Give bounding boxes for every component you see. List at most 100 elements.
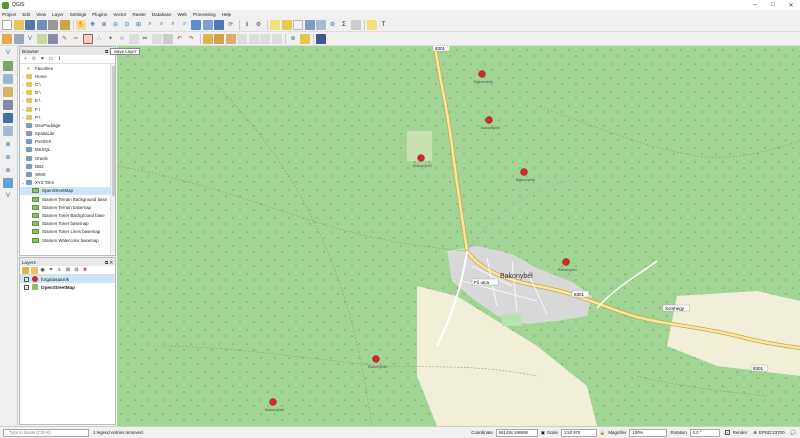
point-marker[interactable] (520, 168, 528, 176)
magnifier-field[interactable]: 100% (629, 428, 668, 437)
xyz-item[interactable]: Stamen Toner Lines basemap (20, 228, 115, 236)
menu-view[interactable]: View (36, 12, 46, 17)
add-xyz-icon[interactable] (3, 178, 13, 188)
attribute-table-icon[interactable] (304, 19, 315, 30)
lock-icon[interactable]: 🔒 (600, 430, 605, 436)
pin-label-icon[interactable] (214, 33, 224, 44)
processing-toolbox-icon[interactable]: ⚙ (328, 20, 338, 30)
point-marker[interactable] (417, 154, 425, 162)
point-marker[interactable] (478, 70, 486, 78)
browser-item-geopackage[interactable]: GeoPackage (20, 121, 115, 129)
menu-database[interactable]: Database (152, 12, 172, 17)
deselect-icon[interactable] (293, 19, 303, 30)
xyz-item[interactable]: Stamen Terrain Background base (20, 195, 115, 203)
xyz-item[interactable]: Stamen Terrain basemap (20, 203, 115, 211)
browser-item-e[interactable]: › E:\ (20, 97, 115, 105)
new-shapefile-icon[interactable]: V (25, 34, 35, 44)
browser-scrollbar[interactable] (110, 64, 115, 254)
zoom-selection-icon[interactable]: ⌕ (145, 20, 155, 30)
menu-vector[interactable]: Vector (113, 12, 126, 17)
zoom-next-icon[interactable]: ⌕ (180, 20, 190, 30)
point-marker[interactable] (269, 398, 277, 406)
browser-item-d[interactable]: › D:\ (20, 89, 115, 97)
save-as-icon[interactable] (36, 19, 47, 30)
add-mesh-layer-icon[interactable] (3, 74, 13, 84)
print-layout-icon[interactable] (48, 19, 58, 30)
measure-icon[interactable] (350, 19, 361, 30)
add-virtual-layer-icon[interactable] (3, 126, 13, 136)
menu-processing[interactable]: Processing (193, 12, 216, 17)
layer-visibility-checkbox[interactable]: ✓ (24, 276, 29, 282)
menu-edit[interactable]: Edit (22, 12, 30, 17)
pan-to-selection-icon[interactable]: ✥ (88, 20, 98, 30)
statistics-icon[interactable]: Σ (339, 20, 349, 30)
new-map-view-icon[interactable] (191, 19, 201, 30)
data-source-manager-icon[interactable] (2, 33, 12, 44)
python-console-icon[interactable] (299, 33, 310, 44)
rotation-field[interactable]: 0,0 ° (689, 428, 720, 437)
minimize-button[interactable]: – (746, 2, 764, 8)
menu-plugins[interactable]: Plugins (92, 12, 107, 17)
enable-properties-icon[interactable]: ℹ (56, 56, 63, 63)
browser-item-p[interactable]: › P:\ (20, 113, 115, 121)
point-marker[interactable] (372, 355, 380, 363)
menu-project[interactable]: Project (2, 12, 16, 17)
browser-item-spatialite[interactable]: SpatiaLite (20, 130, 115, 138)
edit-pencil-icon[interactable]: ✏ (71, 34, 81, 44)
render-checkbox[interactable]: ✓ (724, 430, 730, 435)
filter-legend-icon[interactable]: ⏷ (48, 267, 55, 274)
new-project-icon[interactable] (2, 19, 12, 30)
maximize-button[interactable]: □ (764, 2, 782, 8)
toggle-editing-icon[interactable]: ✎ (60, 34, 70, 44)
browser-item-postgis[interactable]: PostGIS (20, 138, 115, 146)
manage-visibility-icon[interactable]: ◉ (39, 267, 46, 274)
actions-icon[interactable]: ⚙ (254, 20, 264, 30)
add-raster-layer-icon[interactable] (3, 61, 13, 71)
add-spatialite-icon[interactable] (3, 100, 13, 110)
browser-item-mssql[interactable]: MSSQL (20, 146, 115, 154)
menu-settings[interactable]: Settings (70, 12, 87, 17)
scale-field[interactable]: 1:50 970 (560, 428, 597, 437)
map-canvas[interactable]: Bakonybél 8301 8301 8301 Fő utca Somhegy Bak… (117, 46, 800, 426)
layer-item[interactable]: ✓ forgatasaarok (20, 275, 115, 283)
point-marker[interactable] (485, 116, 493, 124)
expand-all-icon[interactable]: ⊞ (65, 267, 72, 274)
coordinate-field[interactable]: 561428,198658 (495, 428, 538, 437)
identify-icon[interactable]: ℹ (242, 20, 252, 30)
browser-item-favorites[interactable]: ★ Favorites (20, 64, 115, 72)
zoom-in-icon[interactable]: ⊕ (99, 20, 109, 30)
menu-web[interactable]: Web (178, 12, 187, 17)
locator-search-input[interactable]: Type to locate (Ctrl+K) (3, 428, 89, 437)
label-toolbar-icon[interactable] (202, 33, 213, 44)
label-diagram-icon[interactable] (271, 33, 282, 44)
browser-item-oracle[interactable]: Oracle (20, 154, 115, 162)
add-postgis-icon[interactable] (3, 113, 13, 123)
add-point-icon[interactable]: ✦ (106, 34, 116, 44)
pan-hand-icon[interactable]: ✋ (76, 19, 86, 30)
filter-expression-icon[interactable]: ε (56, 267, 63, 274)
browser-item-c[interactable]: › C:\ (20, 80, 115, 88)
select-features-icon[interactable] (270, 19, 280, 30)
add-wcs-icon[interactable]: ⊕ (3, 165, 13, 175)
new-spatialite-icon[interactable] (48, 33, 58, 44)
delete-selected-icon[interactable] (128, 33, 139, 44)
xyz-item[interactable]: Stamen Toner basemap (20, 220, 115, 228)
menu-raster[interactable]: Raster (132, 12, 146, 17)
save-layer-icon[interactable] (82, 33, 93, 44)
refresh-icon[interactable]: ⟳ (226, 20, 236, 30)
temporal-icon[interactable] (202, 19, 213, 30)
redo-icon[interactable]: ↷ (186, 34, 196, 44)
layout-manager-icon[interactable] (59, 19, 70, 30)
plugin-globe-icon[interactable]: ⊕ (288, 34, 298, 44)
bookmark-icon[interactable] (214, 19, 224, 30)
rotate-label-icon[interactable] (248, 33, 259, 44)
add-group-icon[interactable] (30, 266, 38, 274)
open-styling-icon[interactable] (22, 266, 29, 274)
layers-panel-close-icon[interactable]: ⧉ ✕ (105, 260, 113, 265)
collapse-layers-icon[interactable]: ⊟ (73, 267, 80, 274)
show-label-icon[interactable] (225, 33, 236, 44)
add-vector-layer-icon[interactable]: V (3, 48, 13, 58)
browser-item-f[interactable]: › F:\ (20, 105, 115, 113)
layer-visibility-checkbox[interactable]: ✓ (24, 284, 29, 290)
paste-features-icon[interactable] (163, 33, 173, 44)
